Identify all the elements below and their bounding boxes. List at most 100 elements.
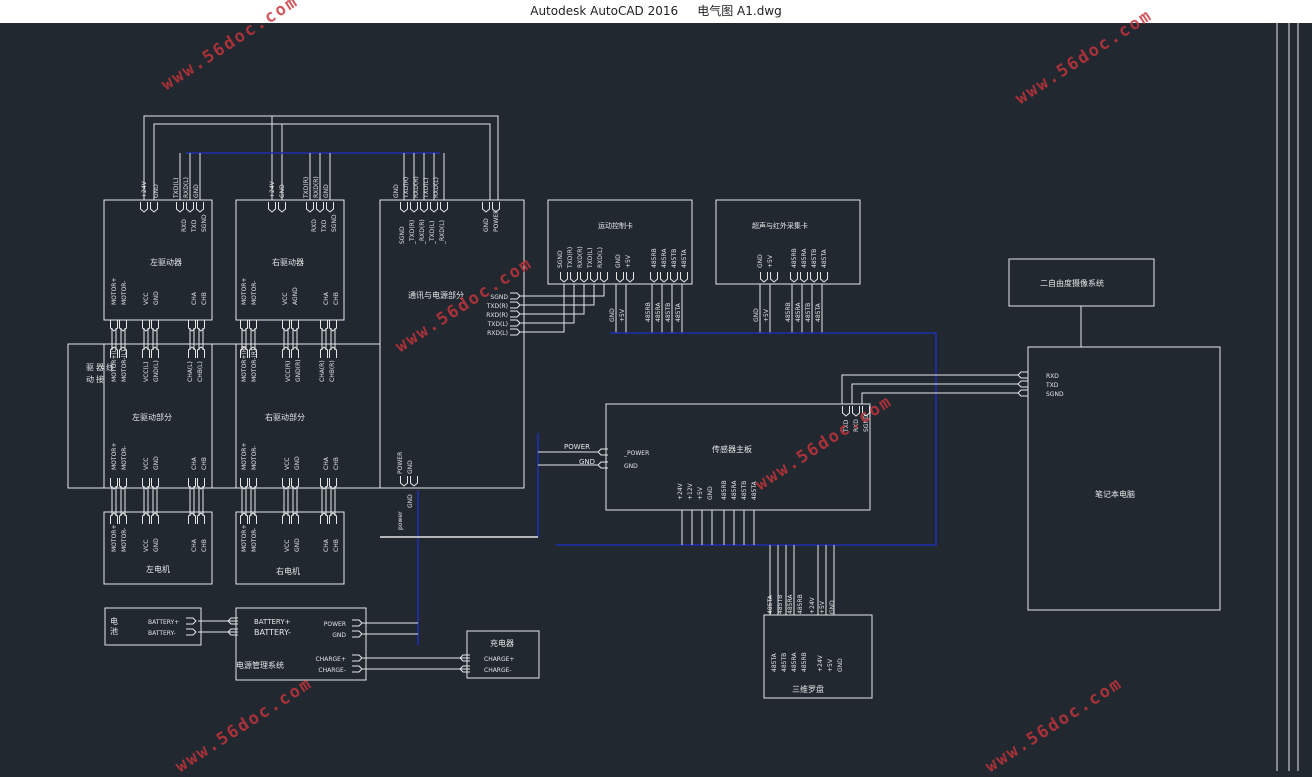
drive-part-side-label: 器 (96, 363, 104, 372)
pin-label: VCC (143, 458, 150, 470)
pin-label: GND (294, 538, 301, 552)
pin-label: +5V (619, 308, 626, 322)
wire (520, 284, 595, 306)
pin-label: 485TB (665, 303, 672, 322)
pin-label: TXD(R) (303, 177, 310, 199)
right-driver-title: 右驱动器 (272, 257, 304, 267)
pin-label: +24V (677, 482, 684, 500)
pin-label: GND (294, 456, 301, 470)
pin-label: MOTOR+ (241, 525, 248, 552)
battery-pin: BATTERY+ (148, 619, 179, 626)
pin-label: 485TB (811, 249, 818, 268)
power-mgmt-pin: POWER (324, 621, 346, 628)
pin-label: _TXD(L) (429, 221, 436, 245)
pin-label: GND (393, 184, 400, 198)
connector-plug (352, 619, 363, 627)
pin-label: POWER (397, 452, 404, 474)
pin-label: GND (407, 460, 414, 474)
pin-label: TXD(L) (587, 248, 594, 269)
connector-plug (660, 272, 668, 283)
connector-plug (430, 202, 438, 213)
pin-label: 485RA (661, 248, 668, 268)
connector-plug (140, 202, 148, 213)
pin-label: GND (609, 308, 616, 322)
pan-tilt-title: 二自由度摄像系统 (1040, 278, 1104, 288)
connector-plug (196, 202, 204, 213)
ir-card-title: 超声与红外采集卡 (752, 221, 808, 230)
connector-plug (316, 202, 324, 213)
pin-label: MOTOR+ (111, 525, 118, 552)
sensor-board-title: 传感器主板 (712, 444, 752, 454)
pin-label: +5V (697, 486, 704, 500)
window-title: Autodesk AutoCAD 2016 电气图 A1.dwg (530, 4, 782, 18)
pin-label: CHA (191, 291, 198, 305)
controller-right-pin: TXD(L) (487, 321, 508, 328)
battery-block (104, 607, 202, 646)
drawing-canvas[interactable]: 左驱动器 +24V GND TXD(L) RXD(L) GND RXD TXD SGND MOTO… (0, 23, 1312, 771)
pin-label: AGND (292, 287, 299, 305)
sensor-power-label: POWER (564, 443, 590, 451)
connector-plug (810, 272, 818, 283)
pin-label: 485TA (675, 302, 682, 322)
drive-part-side-label: 驱 (86, 363, 94, 372)
pin-label: GND (153, 291, 160, 305)
pin-label: CHA (323, 291, 330, 305)
connector-plug (510, 328, 521, 336)
connector-plug (1017, 380, 1028, 388)
connector-plug (760, 272, 768, 283)
pin-label: CHA (191, 456, 198, 470)
pin-label: 485TA (821, 248, 828, 268)
connector-plug (670, 272, 678, 283)
pin-label: VCC (282, 293, 289, 305)
pin-label: 485RA (791, 652, 798, 672)
connector-plug (590, 272, 598, 283)
right-motor-title: 右电机 (276, 566, 300, 576)
pin-label: CHB (201, 539, 208, 552)
connector-plug (1017, 389, 1028, 397)
connector-plug (410, 202, 418, 213)
schematic-drawing[interactable]: 左驱动器+24V GND TXD(L) RXD(L) GNDRXD TXD SGNDMOTO… (0, 23, 1312, 771)
pin-label: TXD (191, 219, 198, 233)
pin-label: 485RA (731, 480, 738, 500)
pin-label: CHB(L) (197, 361, 204, 382)
connector-plug (650, 272, 658, 283)
pin-label: TXD(R) (567, 247, 574, 269)
pin-label: TXD(L) (173, 178, 180, 199)
drive-part-side-label: 接 (96, 374, 104, 384)
pin-label: CHB(R) (329, 360, 336, 382)
pin-label: CHB (333, 457, 340, 470)
connector-plug (600, 272, 608, 283)
pin-label: 485TB (671, 249, 678, 268)
pin-label: 485TB (781, 653, 788, 672)
connector-plug (176, 202, 184, 213)
controller-right-pin: TXD(R) (486, 303, 508, 310)
connector-plug (352, 630, 363, 638)
charger-pin: CHARGE+ (484, 656, 514, 663)
pin-label: VCC (143, 540, 150, 552)
connector-plug (1017, 371, 1028, 379)
pin-label: MOTOR+(R) (241, 346, 248, 382)
pin-label: GND (753, 308, 760, 322)
connector-plug (820, 272, 828, 283)
pin-label: CHA(L) (187, 361, 194, 382)
left-driver-title: 左驱动器 (150, 257, 182, 267)
pin-label: 485RA (801, 248, 808, 268)
controller-right-pin: RXD(R) (486, 312, 508, 319)
pin-label: 485RB (645, 302, 652, 322)
connector-plug (510, 292, 521, 300)
power-mgmt-title: 电源管理系统 (236, 660, 284, 670)
pin-label: GND (483, 218, 490, 232)
pin-label: 485RB (797, 594, 804, 614)
connector-plug (570, 272, 578, 283)
pin-label: +24V (809, 596, 816, 614)
pin-label: CHA(R) (319, 360, 326, 382)
pin-label: 485TA (681, 248, 688, 268)
pin-label: RXD (311, 219, 318, 232)
pin-label: SGND (331, 214, 338, 232)
pin-label: CHB (333, 539, 340, 552)
pin-label: CHA (323, 538, 330, 552)
pin-label: MOTOR+ (241, 278, 248, 305)
pin-label: 485RA (787, 594, 794, 614)
connector-plug (510, 301, 521, 309)
connector-plug (626, 272, 634, 283)
